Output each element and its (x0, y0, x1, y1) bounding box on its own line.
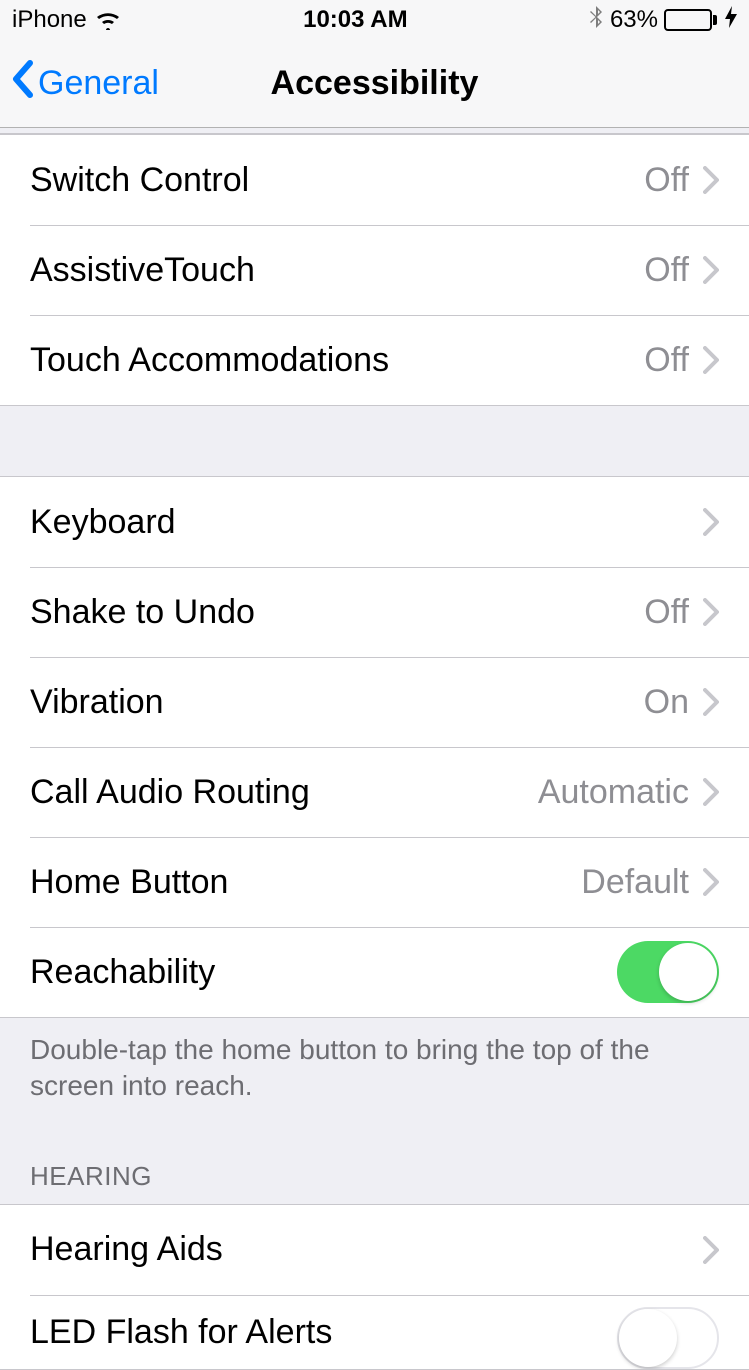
chevron-right-icon (703, 508, 719, 536)
chevron-right-icon (703, 256, 719, 284)
carrier-label: iPhone (12, 6, 87, 34)
row-value: Default (581, 863, 689, 902)
chevron-right-icon (703, 688, 719, 716)
chevron-left-icon (10, 59, 34, 108)
row-reachability: Reachability (0, 927, 749, 1017)
hearing-header: HEARING (0, 1105, 749, 1204)
row-label: Home Button (30, 863, 581, 902)
row-label: Vibration (30, 683, 644, 722)
row-switch-control[interactable]: Switch Control Off (0, 135, 749, 225)
back-label: General (38, 64, 159, 103)
battery-icon (664, 9, 717, 31)
bluetooth-icon (590, 5, 604, 36)
row-value: Off (644, 161, 689, 200)
status-bar: iPhone 10:03 AM 63% (0, 0, 749, 40)
page-title: Accessibility (271, 64, 479, 103)
hearing-group: Hearing Aids LED Flash for Alerts (0, 1204, 749, 1370)
led-flash-toggle[interactable] (617, 1307, 719, 1369)
chevron-right-icon (703, 166, 719, 194)
row-value: On (644, 683, 689, 722)
battery-percent: 63% (610, 6, 658, 34)
chevron-right-icon (703, 1236, 719, 1264)
row-value: Automatic (538, 773, 689, 812)
interaction-group-2: Keyboard Shake to Undo Off Vibration On … (0, 476, 749, 1018)
status-left: iPhone (12, 6, 121, 34)
status-right: 63% (590, 5, 737, 36)
chevron-right-icon (703, 598, 719, 626)
row-value: Off (644, 593, 689, 632)
nav-bar: General Accessibility (0, 40, 749, 128)
row-label: Shake to Undo (30, 593, 644, 632)
status-time: 10:03 AM (303, 6, 407, 34)
row-keyboard[interactable]: Keyboard (0, 477, 749, 567)
row-call-audio-routing[interactable]: Call Audio Routing Automatic (0, 747, 749, 837)
row-shake-to-undo[interactable]: Shake to Undo Off (0, 567, 749, 657)
row-assistivetouch[interactable]: AssistiveTouch Off (0, 225, 749, 315)
row-label: Switch Control (30, 161, 644, 200)
row-home-button[interactable]: Home Button Default (0, 837, 749, 927)
reachability-footer: Double-tap the home button to bring the … (0, 1018, 749, 1105)
chevron-right-icon (703, 346, 719, 374)
row-value: Off (644, 251, 689, 290)
row-touch-accommodations[interactable]: Touch Accommodations Off (0, 315, 749, 405)
row-label: Keyboard (30, 503, 703, 542)
row-label: AssistiveTouch (30, 251, 644, 290)
row-led-flash-alerts[interactable]: LED Flash for Alerts (0, 1295, 749, 1369)
chevron-right-icon (703, 778, 719, 806)
reachability-toggle[interactable] (617, 941, 719, 1003)
back-button[interactable]: General (10, 59, 159, 108)
interaction-group-1: Switch Control Off AssistiveTouch Off To… (0, 134, 749, 406)
charging-icon (725, 6, 737, 34)
row-label: LED Flash for Alerts (30, 1313, 617, 1352)
chevron-right-icon (703, 868, 719, 896)
row-label: Call Audio Routing (30, 773, 538, 812)
row-vibration[interactable]: Vibration On (0, 657, 749, 747)
row-value: Off (644, 341, 689, 380)
row-label: Touch Accommodations (30, 341, 644, 380)
row-label: Reachability (30, 953, 617, 992)
row-hearing-aids[interactable]: Hearing Aids (0, 1205, 749, 1295)
wifi-icon (95, 10, 121, 30)
row-label: Hearing Aids (30, 1230, 703, 1269)
